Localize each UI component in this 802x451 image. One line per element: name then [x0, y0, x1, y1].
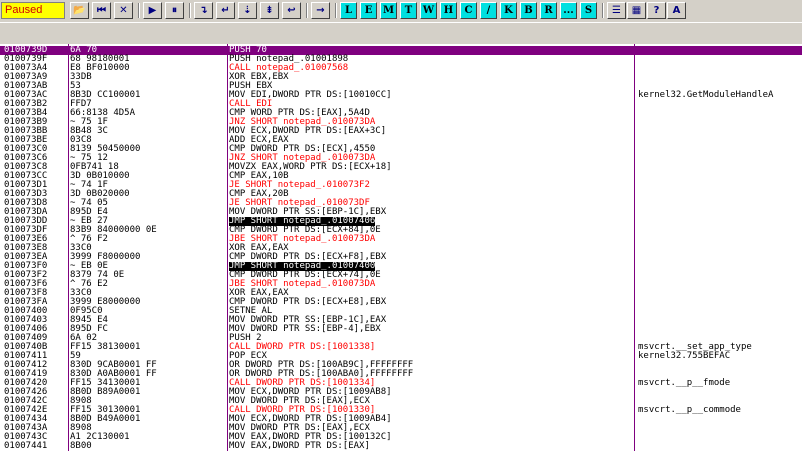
step-over-icon[interactable]: ↵: [216, 2, 235, 19]
table-row[interactable]: 010073BB 8B48 3C MOV ECX,DWORD PTR DS:[EAX…: [0, 127, 802, 136]
comment-cell: msvcrt.__p__fmode: [638, 378, 731, 388]
pause-icon[interactable]: ⏸: [165, 2, 184, 19]
table-row[interactable]: 01007434 8B0D B49A0001 MOV ECX,DWORD PTR D…: [0, 415, 802, 424]
execute-till-return-icon[interactable]: ↩: [282, 2, 301, 19]
toolbar-separator: [602, 3, 604, 18]
table-row[interactable]: 0100743C A1 2C130001 MOV EAX,DWORD PTR DS:…: [0, 433, 802, 442]
disassembly-cell: MOV EAX,DWORD PTR DS:[EAX]: [229, 441, 370, 451]
view-button-slash[interactable]: /: [480, 2, 497, 19]
table-row[interactable]: 01007426 8B0D B89A0001 MOV ECX,DWORD PTR D…: [0, 388, 802, 397]
table-row[interactable]: 01007441 8B00 MOV EAX,DWORD PTR DS:[EAX]: [0, 442, 802, 451]
table-row[interactable]: 010073B9 ~ 75 1F JNZ SHORT notepad_.010073…: [0, 118, 802, 127]
table-row[interactable]: 010073B4 66:8138 4D5A CMP WORD PTR DS:[EAX…: [0, 109, 802, 118]
view-button-ellipsis[interactable]: ...: [560, 2, 577, 19]
table-row[interactable]: 010073A4 E8 BF010000 CALL notepad_.0100756…: [0, 64, 802, 73]
table-row[interactable]: 010073AC 8B3D CC100001 MOV EDI,DWORD PTR D…: [0, 91, 802, 100]
table-row[interactable]: 010073C0 8139 50450000 CMP DWORD PTR DS:[E…: [0, 145, 802, 154]
trace-over-icon[interactable]: ⇟: [260, 2, 279, 19]
view-button-e[interactable]: E: [360, 2, 377, 19]
table-row[interactable]: 010073F6 ^ 76 E2 JBE SHORT notepad_.010073…: [0, 280, 802, 289]
view-button-h[interactable]: H: [440, 2, 457, 19]
secondary-toolbar: [0, 22, 802, 44]
table-row[interactable]: 010073F2 8379 74 0E CMP DWORD PTR DS:[ECX+…: [0, 271, 802, 280]
toolbar-separator: [189, 3, 191, 18]
table-row[interactable]: 010073C6 ~ 75 12 JNZ SHORT notepad_.010073…: [0, 154, 802, 163]
table-row[interactable]: 010073DF 83B9 84000000 0E CMP DWORD PTR DS…: [0, 226, 802, 235]
table-row[interactable]: 010073FA 3999 E8000000 CMP DWORD PTR DS:[E…: [0, 298, 802, 307]
view-button-k[interactable]: K: [500, 2, 517, 19]
run-icon[interactable]: ▶: [143, 2, 162, 19]
step-into-icon[interactable]: ↴: [194, 2, 213, 19]
status-indicator: Paused: [1, 2, 65, 19]
table-row[interactable]: 01007400 0F95C0 SETNE AL: [0, 307, 802, 316]
grid-icon[interactable]: ▦: [627, 2, 646, 19]
rewind-icon[interactable]: ⏮: [92, 2, 111, 19]
toolbar-separator: [306, 3, 308, 18]
hex-dump-cell: 8B00: [70, 441, 92, 451]
disassembly-pane[interactable]: 0100739D 6A 70 PUSH 70 0100739F 68 98180001 P…: [0, 44, 802, 451]
view-button-l[interactable]: L: [340, 2, 357, 19]
view-button-c[interactable]: C: [460, 2, 477, 19]
view-button-s[interactable]: S: [580, 2, 597, 19]
view-button-m[interactable]: M: [380, 2, 397, 19]
address-cell: 01007441: [4, 441, 48, 451]
toolbar-separator: [138, 3, 140, 18]
list-icon[interactable]: ☰: [607, 2, 626, 19]
help-icon[interactable]: ?: [647, 2, 666, 19]
trace-into-icon[interactable]: ⇣: [238, 2, 257, 19]
table-row[interactable]: 01007406 895D FC MOV DWORD PTR SS:[EBP-4],…: [0, 325, 802, 334]
view-button-b[interactable]: B: [520, 2, 537, 19]
view-button-t[interactable]: T: [400, 2, 417, 19]
view-button-w[interactable]: W: [420, 2, 437, 19]
go-to-icon[interactable]: →: [311, 2, 330, 19]
open-folder-icon[interactable]: 📂: [70, 2, 89, 19]
table-row[interactable]: 010073CC 3D 0B010000 CMP EAX,10B: [0, 172, 802, 181]
table-row[interactable]: 010073D8 ~ 74 05 JE SHORT notepad_.010073D…: [0, 199, 802, 208]
close-icon[interactable]: ✕: [114, 2, 133, 19]
table-row[interactable]: 010073EA 3999 F8000000 CMP DWORD PTR DS:[E…: [0, 253, 802, 262]
table-row[interactable]: 010073D3 3D 0B020000 CMP EAX,20B: [0, 190, 802, 199]
font-icon[interactable]: A: [667, 2, 686, 19]
comment-cell: kernel32.GetModuleHandleA: [638, 90, 774, 100]
table-row[interactable]: 010073DA 895D E4 MOV DWORD PTR SS:[EBP-1C]…: [0, 208, 802, 217]
view-button-r[interactable]: R: [540, 2, 557, 19]
table-row[interactable]: 010073E6 ^ 76 F2 JBE SHORT notepad_.010073…: [0, 235, 802, 244]
table-row[interactable]: 01007403 8945 E4 MOV DWORD PTR SS:[EBP-1C]…: [0, 316, 802, 325]
comment-cell: msvcrt.__p__commode: [638, 405, 741, 415]
table-row[interactable]: 010073A9 33DB XOR EBX,EBX: [0, 73, 802, 82]
comment-cell: kernel32.755BEFAC: [638, 351, 731, 361]
toolbar: Paused 📂 ⏮ ✕ ▶ ⏸ ↴ ↵ ⇣ ⇟ ↩ → L E M T W H C / K B R... S ☰ ▦? A: [0, 0, 802, 22]
toolbar-separator: [335, 3, 337, 18]
